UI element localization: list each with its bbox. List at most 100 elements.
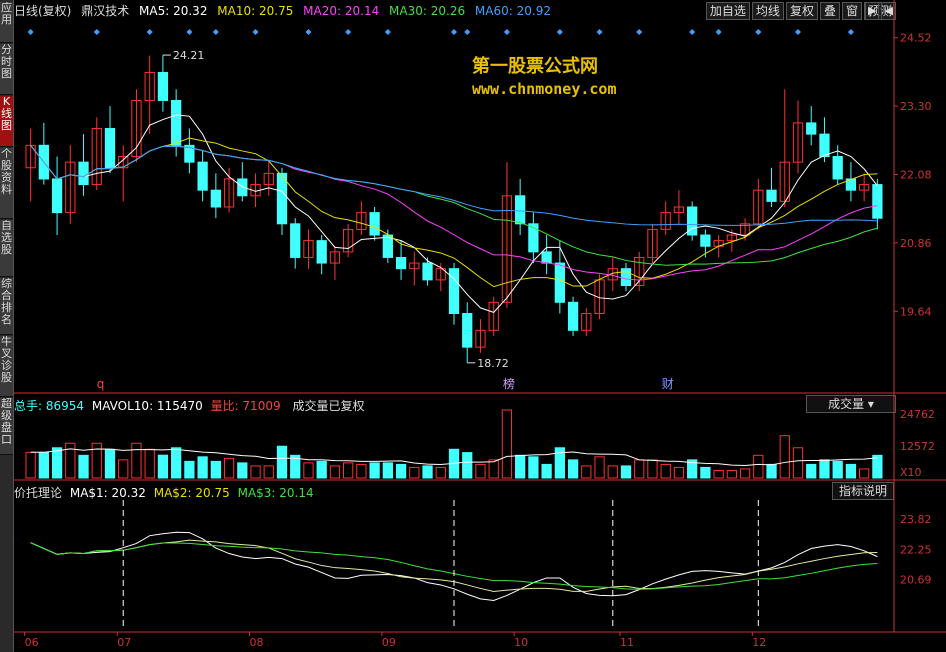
candle-body-20 xyxy=(290,223,301,258)
x-label-5: 11 xyxy=(620,636,634,649)
volume-bar-13 xyxy=(197,456,208,479)
volume-bar-54 xyxy=(739,468,751,479)
candle-body-39 xyxy=(541,251,552,264)
ma60-line xyxy=(30,145,878,226)
signal-diamond-16 xyxy=(715,29,722,35)
x-label-2: 08 xyxy=(250,636,264,649)
volume-bar-62 xyxy=(845,463,857,479)
candle-body-30 xyxy=(422,262,433,281)
volume-bar-10 xyxy=(157,454,169,479)
candle-body-6 xyxy=(104,128,116,169)
volume-bar-44 xyxy=(607,465,618,479)
volume-bar-52 xyxy=(713,469,724,479)
volume-bar-61 xyxy=(832,460,843,479)
volume-bar-36 xyxy=(501,409,513,479)
signal-diamond-17 xyxy=(755,29,762,35)
signal-diamond-6 xyxy=(305,29,312,35)
volume-bar-22 xyxy=(316,460,327,479)
volume-bar-25 xyxy=(356,463,367,479)
price-tick-label-0: 24.52 xyxy=(900,32,932,45)
candle-body-37 xyxy=(515,195,526,225)
volume-bar-30 xyxy=(422,465,433,479)
volume-tick-2: X10 xyxy=(900,466,922,479)
volume-bar-56 xyxy=(766,463,777,479)
ma20-line xyxy=(30,145,878,281)
volume-bar-33 xyxy=(462,452,473,479)
signal-diamond-3 xyxy=(186,29,193,35)
candle-body-22 xyxy=(316,240,327,264)
price-tick-label-4: 19.64 xyxy=(900,305,932,318)
signal-diamond-9 xyxy=(451,29,457,35)
signal-diamond-19 xyxy=(847,29,854,35)
candle-body-11 xyxy=(171,99,182,146)
candle-body-59 xyxy=(806,122,817,135)
price-tick-label-3: 20.86 xyxy=(900,237,932,250)
volume-bar-60 xyxy=(819,459,830,479)
volume-bar-28 xyxy=(395,463,407,479)
volume-bar-15 xyxy=(223,457,235,479)
candle-body-26 xyxy=(369,212,380,236)
volume-bar-34 xyxy=(475,463,486,479)
volume-bar-17 xyxy=(250,465,261,479)
signal-diamond-1 xyxy=(93,29,100,35)
volume-bar-41 xyxy=(567,459,579,479)
low-label: 18.72 xyxy=(477,357,509,370)
volume-bar-19 xyxy=(276,445,288,479)
price-tick-label-2: 22.08 xyxy=(900,168,932,181)
indicator-tick-1: 22.25 xyxy=(900,543,932,556)
volume-bar-46 xyxy=(634,459,645,479)
volume-bar-64 xyxy=(872,454,883,479)
volume-bar-8 xyxy=(131,442,142,479)
volume-bar-9 xyxy=(144,448,155,479)
volume-bar-31 xyxy=(435,466,446,479)
volume-bar-23 xyxy=(329,465,341,479)
event-marker-q: q xyxy=(97,377,105,391)
high-label: 24.21 xyxy=(173,49,205,62)
x-label-1: 07 xyxy=(117,636,131,649)
volume-bar-18 xyxy=(263,465,274,479)
x-label-0: 06 xyxy=(25,636,39,649)
signal-diamond-14 xyxy=(636,29,643,35)
volume-bar-38 xyxy=(528,456,539,479)
ma30-line xyxy=(30,145,878,266)
volume-bar-4 xyxy=(78,454,89,479)
volume-bar-21 xyxy=(303,462,314,479)
volume-bar-57 xyxy=(779,435,790,479)
volume-bar-42 xyxy=(581,465,592,479)
volume-bar-45 xyxy=(620,465,632,479)
signal-diamond-0 xyxy=(27,29,34,35)
volume-bar-48 xyxy=(660,463,671,479)
candle-body-40 xyxy=(554,262,565,303)
signal-diamond-18 xyxy=(795,29,801,35)
candle-body-16 xyxy=(237,178,248,197)
event-marker-rank: 榜 xyxy=(503,376,515,391)
volume-bar-43 xyxy=(594,456,605,479)
volume-bar-35 xyxy=(488,459,499,479)
volume-bar-51 xyxy=(700,466,711,479)
price-tick-label-1: 23.30 xyxy=(900,100,932,113)
volume-bar-7 xyxy=(118,459,129,479)
signal-diamond-7 xyxy=(345,29,352,35)
candle-body-60 xyxy=(819,133,830,158)
volume-bar-63 xyxy=(859,468,870,479)
signal-diamond-8 xyxy=(384,29,391,35)
x-label-4: 10 xyxy=(514,636,528,649)
candle-body-56 xyxy=(766,189,777,202)
candle-body-14 xyxy=(210,189,221,208)
volume-bar-1 xyxy=(38,451,49,479)
candle-body-13 xyxy=(197,161,208,191)
candle-body-51 xyxy=(700,234,711,247)
signal-diamond-11 xyxy=(503,29,510,35)
volume-bar-58 xyxy=(792,447,804,479)
volume-bar-24 xyxy=(343,462,354,479)
volume-bar-26 xyxy=(369,462,380,479)
candle-body-19 xyxy=(276,172,288,225)
volume-bar-11 xyxy=(171,447,182,479)
signal-diamond-12 xyxy=(556,29,563,35)
volume-bar-0 xyxy=(25,451,36,479)
event-marker-fin: 财 xyxy=(662,377,674,391)
x-label-3: 09 xyxy=(382,636,396,649)
signal-diamond-13 xyxy=(596,29,603,35)
kline-chart[interactable]: 24.52 23.30 22.08 20.86 19.64 24.21 18.72 q 榜 财 24… xyxy=(0,0,946,652)
candle-body-28 xyxy=(395,256,407,270)
